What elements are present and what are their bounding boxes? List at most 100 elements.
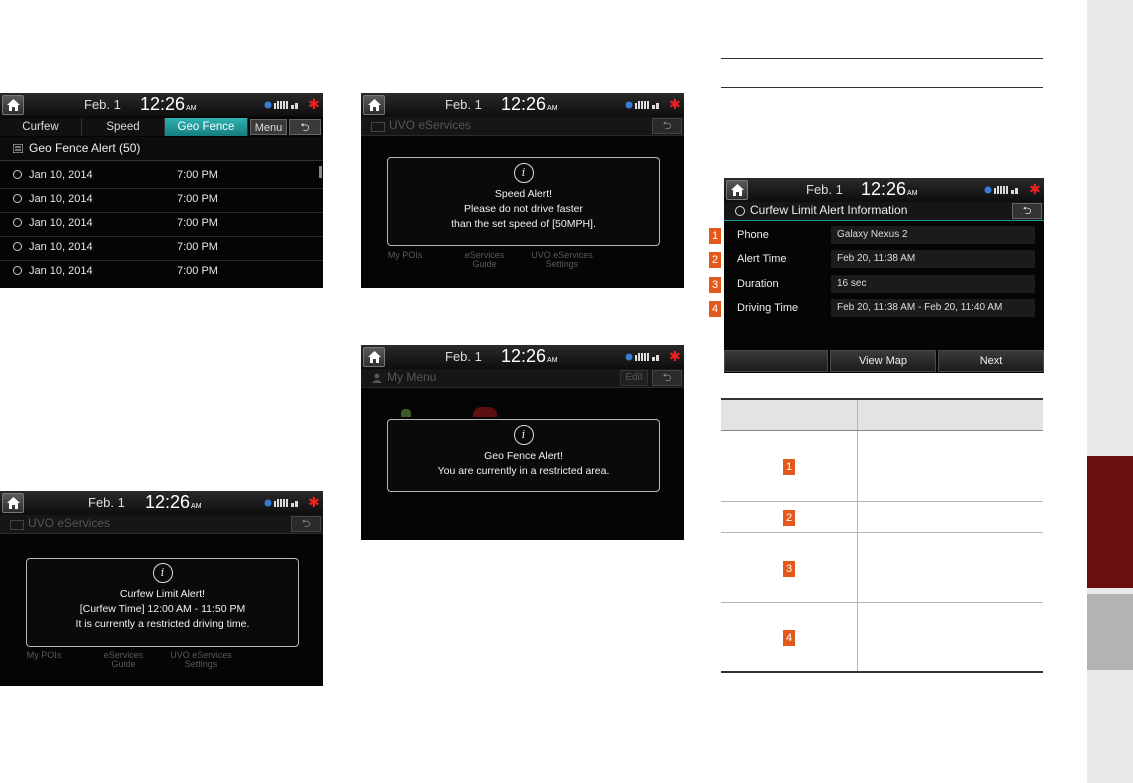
callout-badge: 1 (783, 459, 795, 475)
item-date: Jan 10, 2014 (29, 241, 93, 253)
clock-text: 12:26AM (501, 346, 558, 366)
info-label: Duration (737, 278, 779, 290)
table-cell: 1 (721, 430, 858, 502)
table-header-cell (857, 398, 1043, 431)
signal-status-icon (984, 186, 1018, 194)
chapter-tab-active (1087, 456, 1133, 588)
alarm-icon (13, 194, 22, 203)
chapter-tab-inactive (1087, 594, 1133, 670)
signal-status-icon (625, 101, 659, 109)
alert-message: Please do not drive faster (463, 203, 584, 215)
clock-text: 12:26AM (145, 492, 202, 512)
signal-status-icon (264, 101, 298, 109)
menu-item-uvo-settings: UVO eServices Settings (531, 250, 593, 269)
menu-item-uvo-settings: UVO eServices Settings (170, 650, 232, 669)
list-item[interactable]: Jan 10, 2014 7:00 PM (0, 212, 323, 237)
screen-curfew-alert: Feb. 1 12:26AM ✱ UVO eServices ⮌ My POIs… (0, 491, 323, 686)
info-value: Feb 20, 11:38 AM (831, 250, 1035, 268)
divider (721, 58, 1043, 59)
item-time: 7:00 PM (177, 241, 218, 253)
edit-button[interactable]: Edit (620, 370, 648, 386)
back-button[interactable]: ⮌ (652, 370, 682, 386)
menu-item-eservices-guide: eServices Guide (103, 650, 144, 669)
table-row: 3 (721, 532, 1043, 603)
callout-badge: 4 (783, 630, 795, 646)
tab-geo-fence[interactable]: Geo Fence (165, 118, 248, 136)
item-time: 7:00 PM (177, 169, 218, 181)
table-row: 1 (721, 430, 1043, 502)
menu-app-icon (401, 409, 411, 417)
back-button[interactable]: ⮌ (289, 119, 321, 135)
alert-message: You are currently in a restricted area. (437, 465, 610, 477)
info-icon: i (513, 425, 534, 445)
item-date: Jan 10, 2014 (29, 265, 93, 277)
info-label: Driving Time (737, 302, 799, 314)
alert-title: Speed Alert! (494, 188, 553, 200)
alert-star-icon: ✱ (308, 494, 320, 510)
list-item[interactable]: Jan 10, 2014 7:00 PM (0, 164, 323, 189)
table-cell (857, 602, 1043, 673)
alert-star-icon: ✱ (1029, 181, 1041, 197)
date-text: Feb. 1 (84, 97, 121, 112)
date-text: Feb. 1 (806, 182, 843, 197)
home-button[interactable] (363, 347, 385, 367)
tab-speed[interactable]: Speed (82, 118, 165, 136)
next-button[interactable]: Next (938, 350, 1044, 372)
alert-dialog: i Geo Fence Alert! You are currently in … (387, 419, 660, 492)
menu-item-eservices-guide: eServices Guide (464, 250, 505, 269)
tab-curfew[interactable]: Curfew (0, 118, 82, 136)
alert-message: than the set speed of [50MPH]. (451, 218, 596, 230)
table-cell (857, 501, 1043, 533)
view-map-button[interactable]: View Map (830, 350, 936, 372)
home-icon (731, 184, 744, 196)
callout-badge-2: 2 (709, 252, 721, 268)
alert-message: [Curfew Time] 12:00 AM - 11:50 PM (79, 603, 246, 615)
date-text: Feb. 1 (445, 97, 482, 112)
home-button[interactable] (2, 493, 24, 513)
back-button[interactable]: ⮌ (652, 118, 682, 134)
list-item[interactable]: Jan 10, 2014 7:00 PM (0, 188, 323, 213)
info-row-driving-time: Driving Time Feb 20, 11:38 AM - Feb 20, … (724, 297, 1044, 321)
scrollbar[interactable] (319, 166, 322, 178)
menu-button[interactable]: Menu (250, 119, 287, 135)
home-button[interactable] (363, 95, 385, 115)
table-header-cell (721, 398, 858, 431)
status-bar: Feb. 1 12:26AM ✱ (0, 93, 323, 117)
list-icon (13, 144, 23, 153)
callout-badge-1: 1 (709, 228, 721, 244)
info-value: Galaxy Nexus 2 (831, 226, 1035, 244)
uvo-icon (10, 520, 24, 530)
alarm-icon (13, 218, 22, 227)
menu-item-my-pois: My POIs (26, 650, 62, 660)
home-icon (7, 99, 20, 111)
alarm-icon (13, 266, 22, 275)
status-bar: Feb. 1 12:26AM ✱ (0, 491, 323, 515)
title-bar: UVO eServices ⮌ (0, 515, 323, 534)
list-item[interactable]: Jan 10, 2014 7:00 PM (0, 236, 323, 261)
home-icon (7, 497, 20, 509)
back-button[interactable]: ⮌ (291, 516, 321, 532)
alarm-icon (735, 206, 745, 216)
screen-speed-alert: Feb. 1 12:26AM ✱ UVO eServices ⮌ My POIs… (361, 93, 684, 288)
info-row-phone: Phone Galaxy Nexus 2 (724, 224, 1044, 248)
info-row-duration: Duration 16 sec (724, 273, 1044, 297)
info-label: Alert Time (737, 253, 787, 265)
disabled-button (724, 350, 828, 372)
status-bar: Feb. 1 12:26AM ✱ (724, 178, 1044, 202)
alert-message: It is currently a restricted driving tim… (75, 618, 250, 630)
home-button[interactable] (726, 180, 748, 200)
alert-dialog: i Curfew Limit Alert! [Curfew Time] 12:0… (26, 558, 299, 647)
person-icon (372, 373, 382, 383)
date-text: Feb. 1 (88, 495, 125, 510)
title-bar: UVO eServices ⮌ (361, 117, 684, 136)
table-cell: 2 (721, 501, 858, 533)
page-title: Curfew Limit Alert Information (750, 203, 908, 217)
info-value: Feb 20, 11:38 AM - Feb 20, 11:40 AM (831, 299, 1035, 317)
clock-text: 12:26AM (861, 179, 918, 199)
info-label: Phone (737, 229, 769, 241)
item-time: 7:00 PM (177, 193, 218, 205)
back-button[interactable]: ⮌ (1012, 203, 1042, 219)
list-item[interactable]: Jan 10, 2014 7:00 PM (0, 260, 323, 284)
callout-badge-3: 3 (709, 277, 721, 293)
home-button[interactable] (2, 95, 24, 115)
